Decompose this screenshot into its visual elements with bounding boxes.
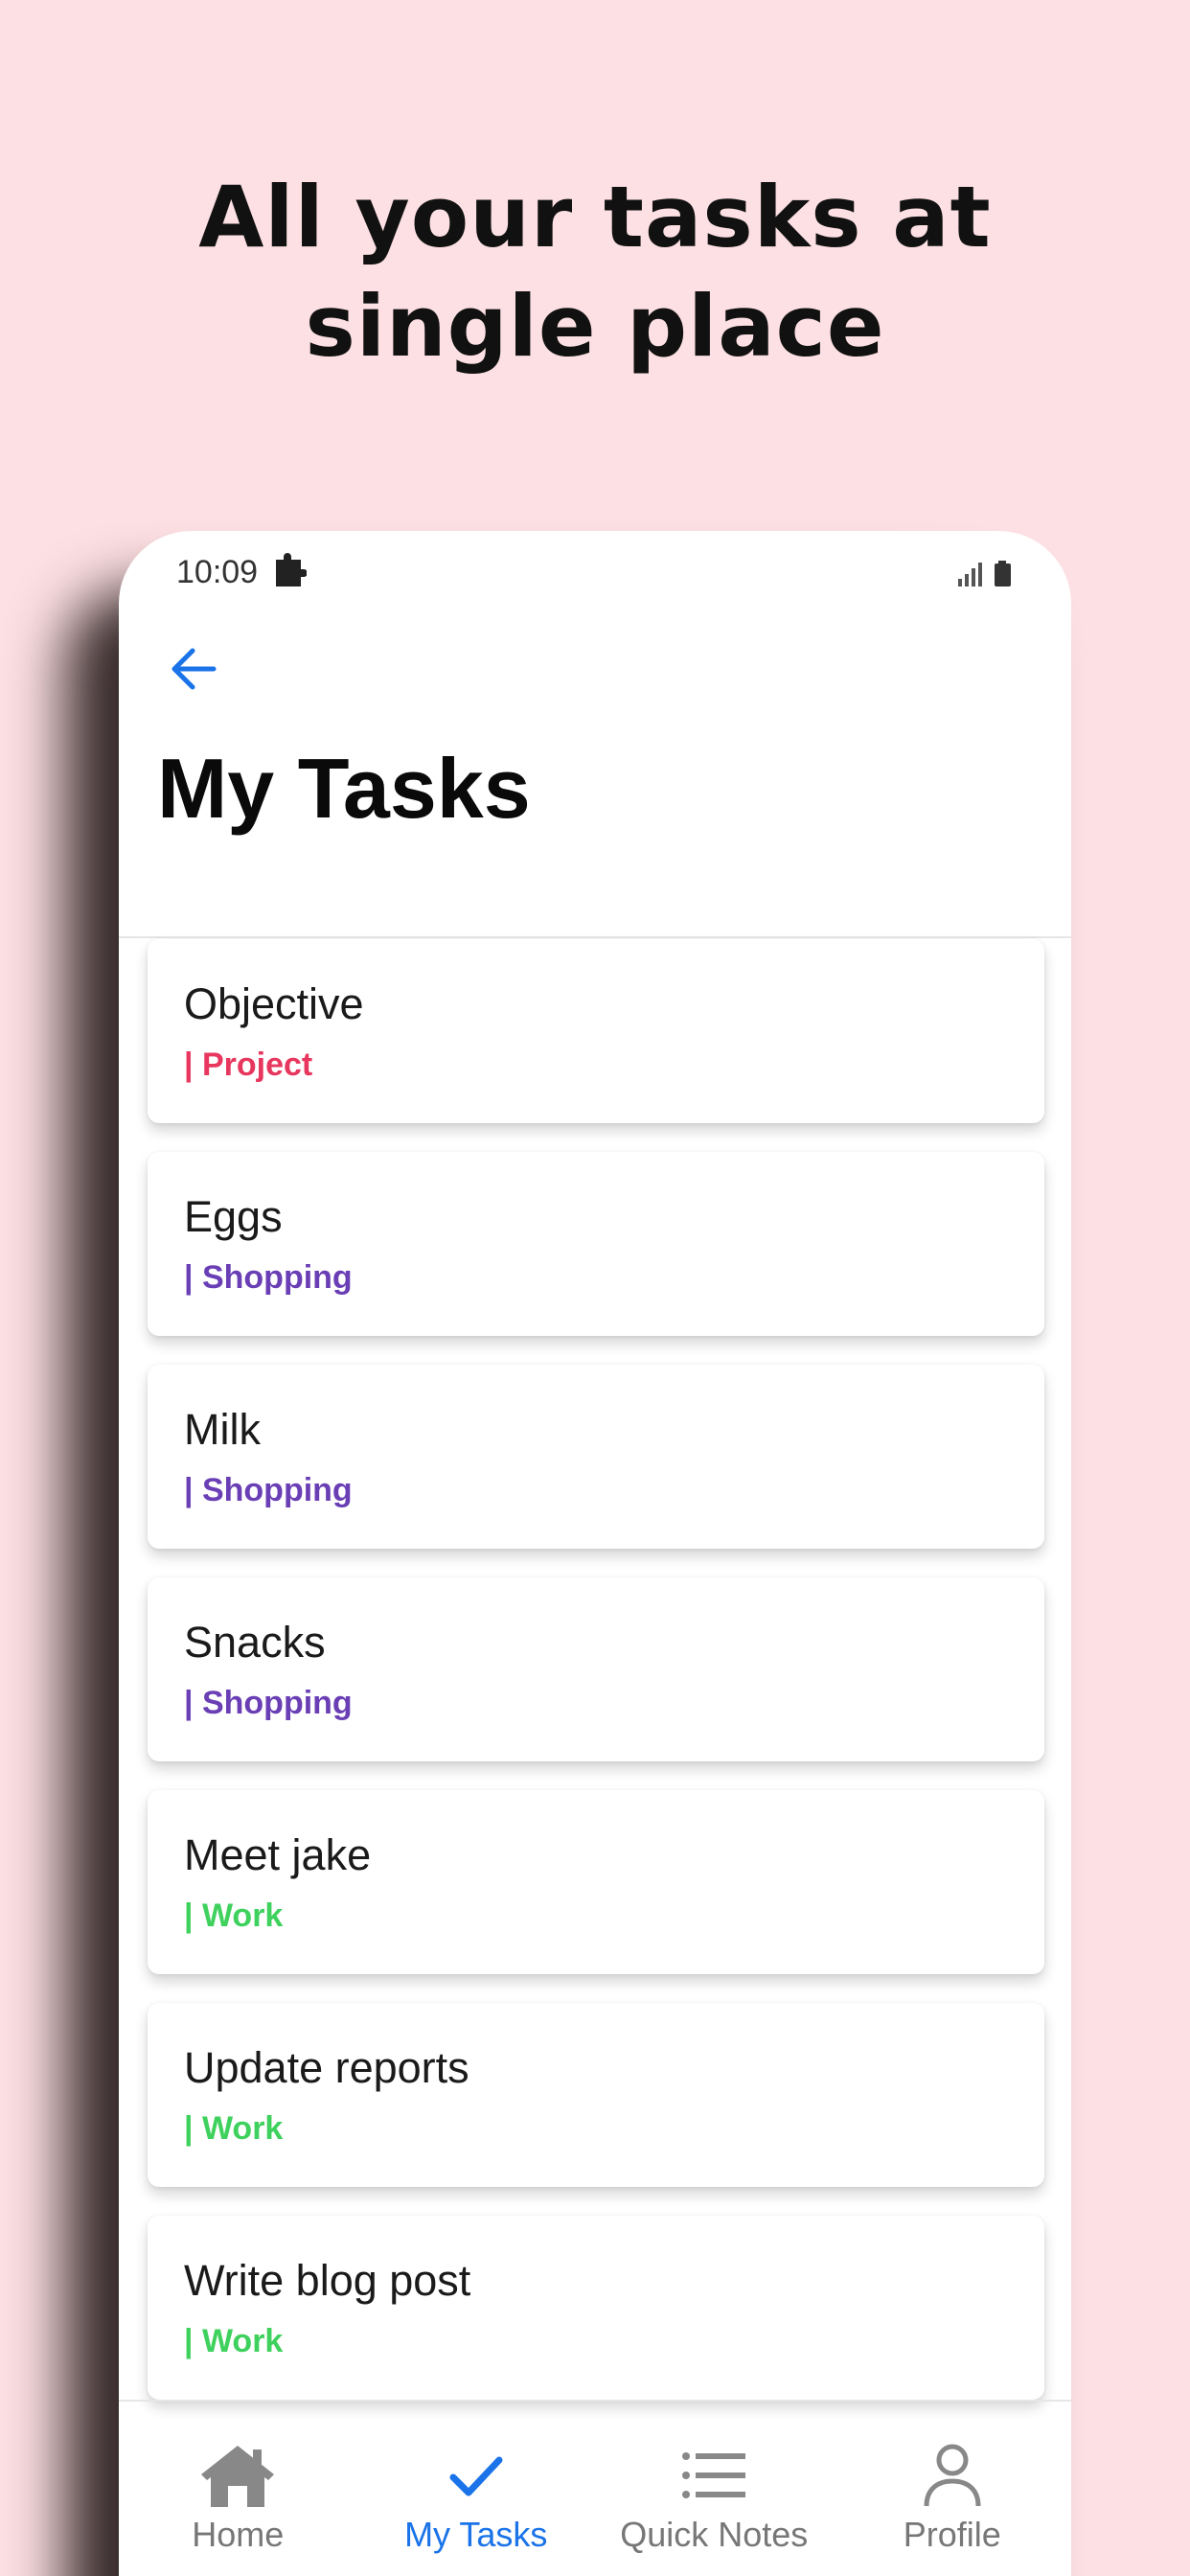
tab-home[interactable]: Home <box>119 2402 357 2576</box>
task-category: | Shopping <box>184 1472 353 1508</box>
task-title: Update reports <box>184 2043 469 2092</box>
task-category: | Shopping <box>184 1685 353 1721</box>
task-title: Snacks <box>184 1618 326 1667</box>
task-card[interactable]: Milk | Shopping <box>148 1365 1044 1549</box>
phone-screen: 10:09 My Tasks Objective | Project Eggs … <box>119 531 1071 2576</box>
task-list: Objective | Project Eggs | Shopping Milk… <box>148 939 1044 2428</box>
tab-my-tasks[interactable]: My Tasks <box>357 2402 596 2576</box>
task-card[interactable]: Meet jake | Work <box>148 1790 1044 1974</box>
back-button[interactable] <box>159 636 228 705</box>
status-time: 10:09 <box>176 554 259 590</box>
task-category: | Shopping <box>184 1259 353 1296</box>
tab-label: My Tasks <box>404 2515 548 2554</box>
tab-profile[interactable]: Profile <box>834 2402 1072 2576</box>
task-title: Write blog post <box>184 2256 471 2305</box>
tab-label: Quick Notes <box>620 2515 809 2554</box>
header-divider <box>119 936 1071 938</box>
puzzle-icon <box>272 552 308 588</box>
check-icon <box>436 2440 516 2511</box>
task-category: | Work <box>184 2323 284 2359</box>
task-category: | Project <box>184 1046 313 1083</box>
arrow-left-icon <box>170 647 217 696</box>
list-icon <box>674 2440 754 2511</box>
home-icon <box>197 2440 278 2511</box>
task-card[interactable]: Objective | Project <box>148 939 1044 1123</box>
task-title: Milk <box>184 1405 261 1454</box>
tab-label: Home <box>192 2515 285 2554</box>
page-title: My Tasks <box>157 741 531 836</box>
status-bar: 10:09 <box>119 531 1071 608</box>
tab-label: Profile <box>903 2515 1001 2554</box>
tab-quick-notes[interactable]: Quick Notes <box>595 2402 834 2576</box>
task-card[interactable]: Snacks | Shopping <box>148 1577 1044 1761</box>
bottom-tab-bar: Home My Tasks Quick Notes Profile <box>119 2402 1071 2576</box>
task-title: Meet jake <box>184 1830 372 1879</box>
promo-headline: All your tasks at single place <box>198 168 992 376</box>
person-icon <box>912 2440 993 2511</box>
task-card[interactable]: Eggs | Shopping <box>148 1152 1044 1336</box>
task-title: Eggs <box>184 1192 283 1241</box>
signal-battery-icon <box>956 560 1018 588</box>
task-category: | Work <box>184 1898 284 1934</box>
task-title: Objective <box>184 979 364 1028</box>
task-card[interactable]: Update reports | Work <box>148 2003 1044 2187</box>
task-category: | Work <box>184 2110 284 2147</box>
task-card[interactable]: Write blog post | Work <box>148 2216 1044 2400</box>
